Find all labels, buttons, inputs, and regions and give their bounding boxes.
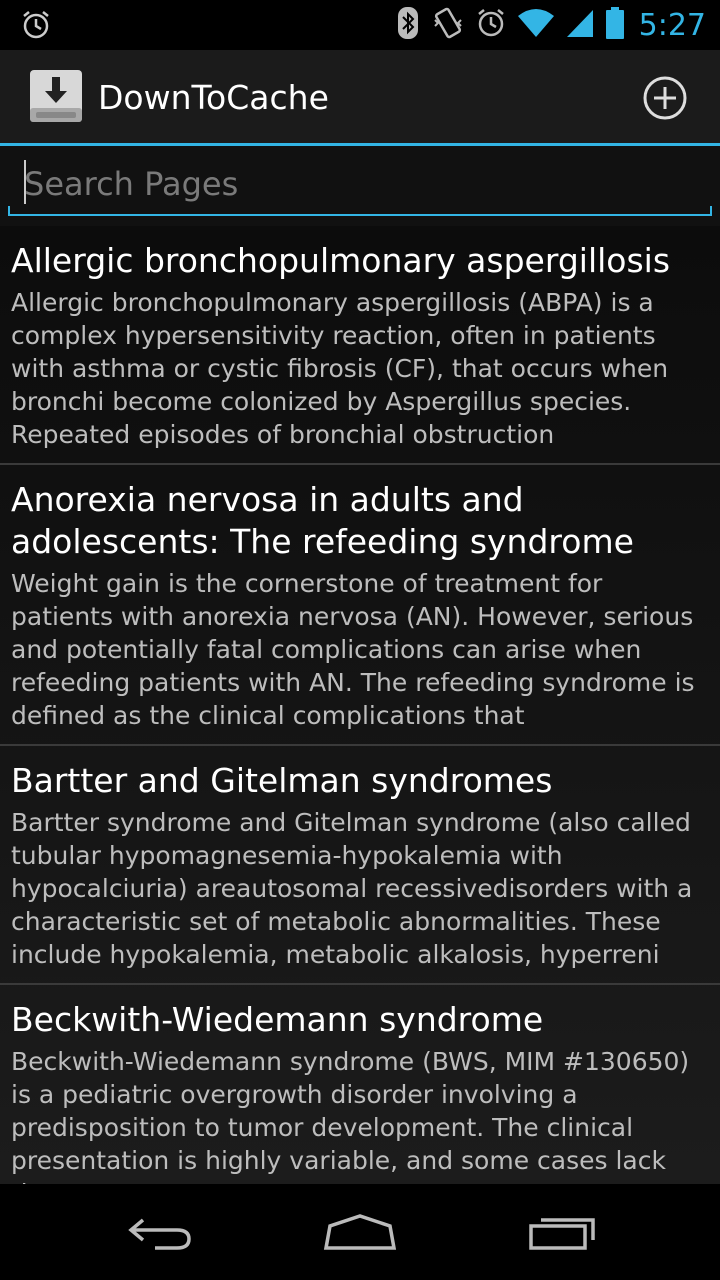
- back-icon: [128, 1218, 191, 1250]
- list-item-title: Allergic bronchopulmonary aspergillosis: [11, 241, 671, 280]
- list-item-description: Weight gain is the cornerstone of treatm…: [11, 569, 695, 730]
- list-item[interactable]: Bartter and Gitelman syndromes Bartter s…: [0, 746, 720, 985]
- search-bar: [0, 146, 720, 226]
- list-item[interactable]: Beckwith-Wiedemann syndrome Beckwith-Wie…: [0, 985, 720, 1184]
- recents-button[interactable]: [518, 1204, 608, 1260]
- app-download-icon[interactable]: [28, 68, 84, 124]
- status-clock: 5:27: [638, 7, 706, 43]
- action-bar: DownToCache: [0, 50, 720, 146]
- list-item-description: Allergic bronchopulmonary aspergillosis …: [11, 288, 669, 449]
- bluetooth-icon: [395, 6, 421, 45]
- list-item[interactable]: Anorexia nervosa in adults and adolescen…: [0, 465, 720, 746]
- plus-circle-icon: [643, 76, 687, 120]
- list-item-description: Bartter syndrome and Gitelman syndrome (…: [11, 808, 693, 969]
- battery-icon: [605, 6, 625, 45]
- search-underline-left-tick: [8, 206, 10, 216]
- text-cursor: [24, 160, 26, 204]
- list-item[interactable]: Allergic bronchopulmonary aspergillosis …: [0, 226, 720, 465]
- list-item-description: Beckwith-Wiedemann syndrome (BWS, MIM #1…: [11, 1047, 690, 1184]
- pages-list[interactable]: Allergic bronchopulmonary aspergillosis …: [0, 226, 720, 1184]
- alarm-icon: [475, 7, 507, 44]
- navigation-bar: [0, 1184, 720, 1280]
- search-underline-right-tick: [710, 206, 712, 216]
- list-item-title: Anorexia nervosa in adults and adolescen…: [11, 480, 634, 561]
- list-item-title: Beckwith-Wiedemann syndrome: [11, 1000, 544, 1039]
- home-button[interactable]: [315, 1204, 405, 1260]
- list-item-title: Bartter and Gitelman syndromes: [11, 761, 553, 800]
- back-button[interactable]: [115, 1204, 205, 1260]
- status-icons: 5:27: [395, 0, 706, 50]
- wifi-icon: [517, 8, 555, 43]
- vibrate-icon: [431, 6, 465, 45]
- recents-icon: [529, 1218, 595, 1250]
- search-input[interactable]: [8, 154, 712, 216]
- status-bar: 5:27: [0, 0, 720, 50]
- signal-icon: [565, 8, 595, 43]
- add-page-button[interactable]: [642, 75, 688, 121]
- alarm-icon: [20, 9, 52, 46]
- home-icon: [323, 1214, 397, 1250]
- app-title: DownToCache: [98, 78, 329, 117]
